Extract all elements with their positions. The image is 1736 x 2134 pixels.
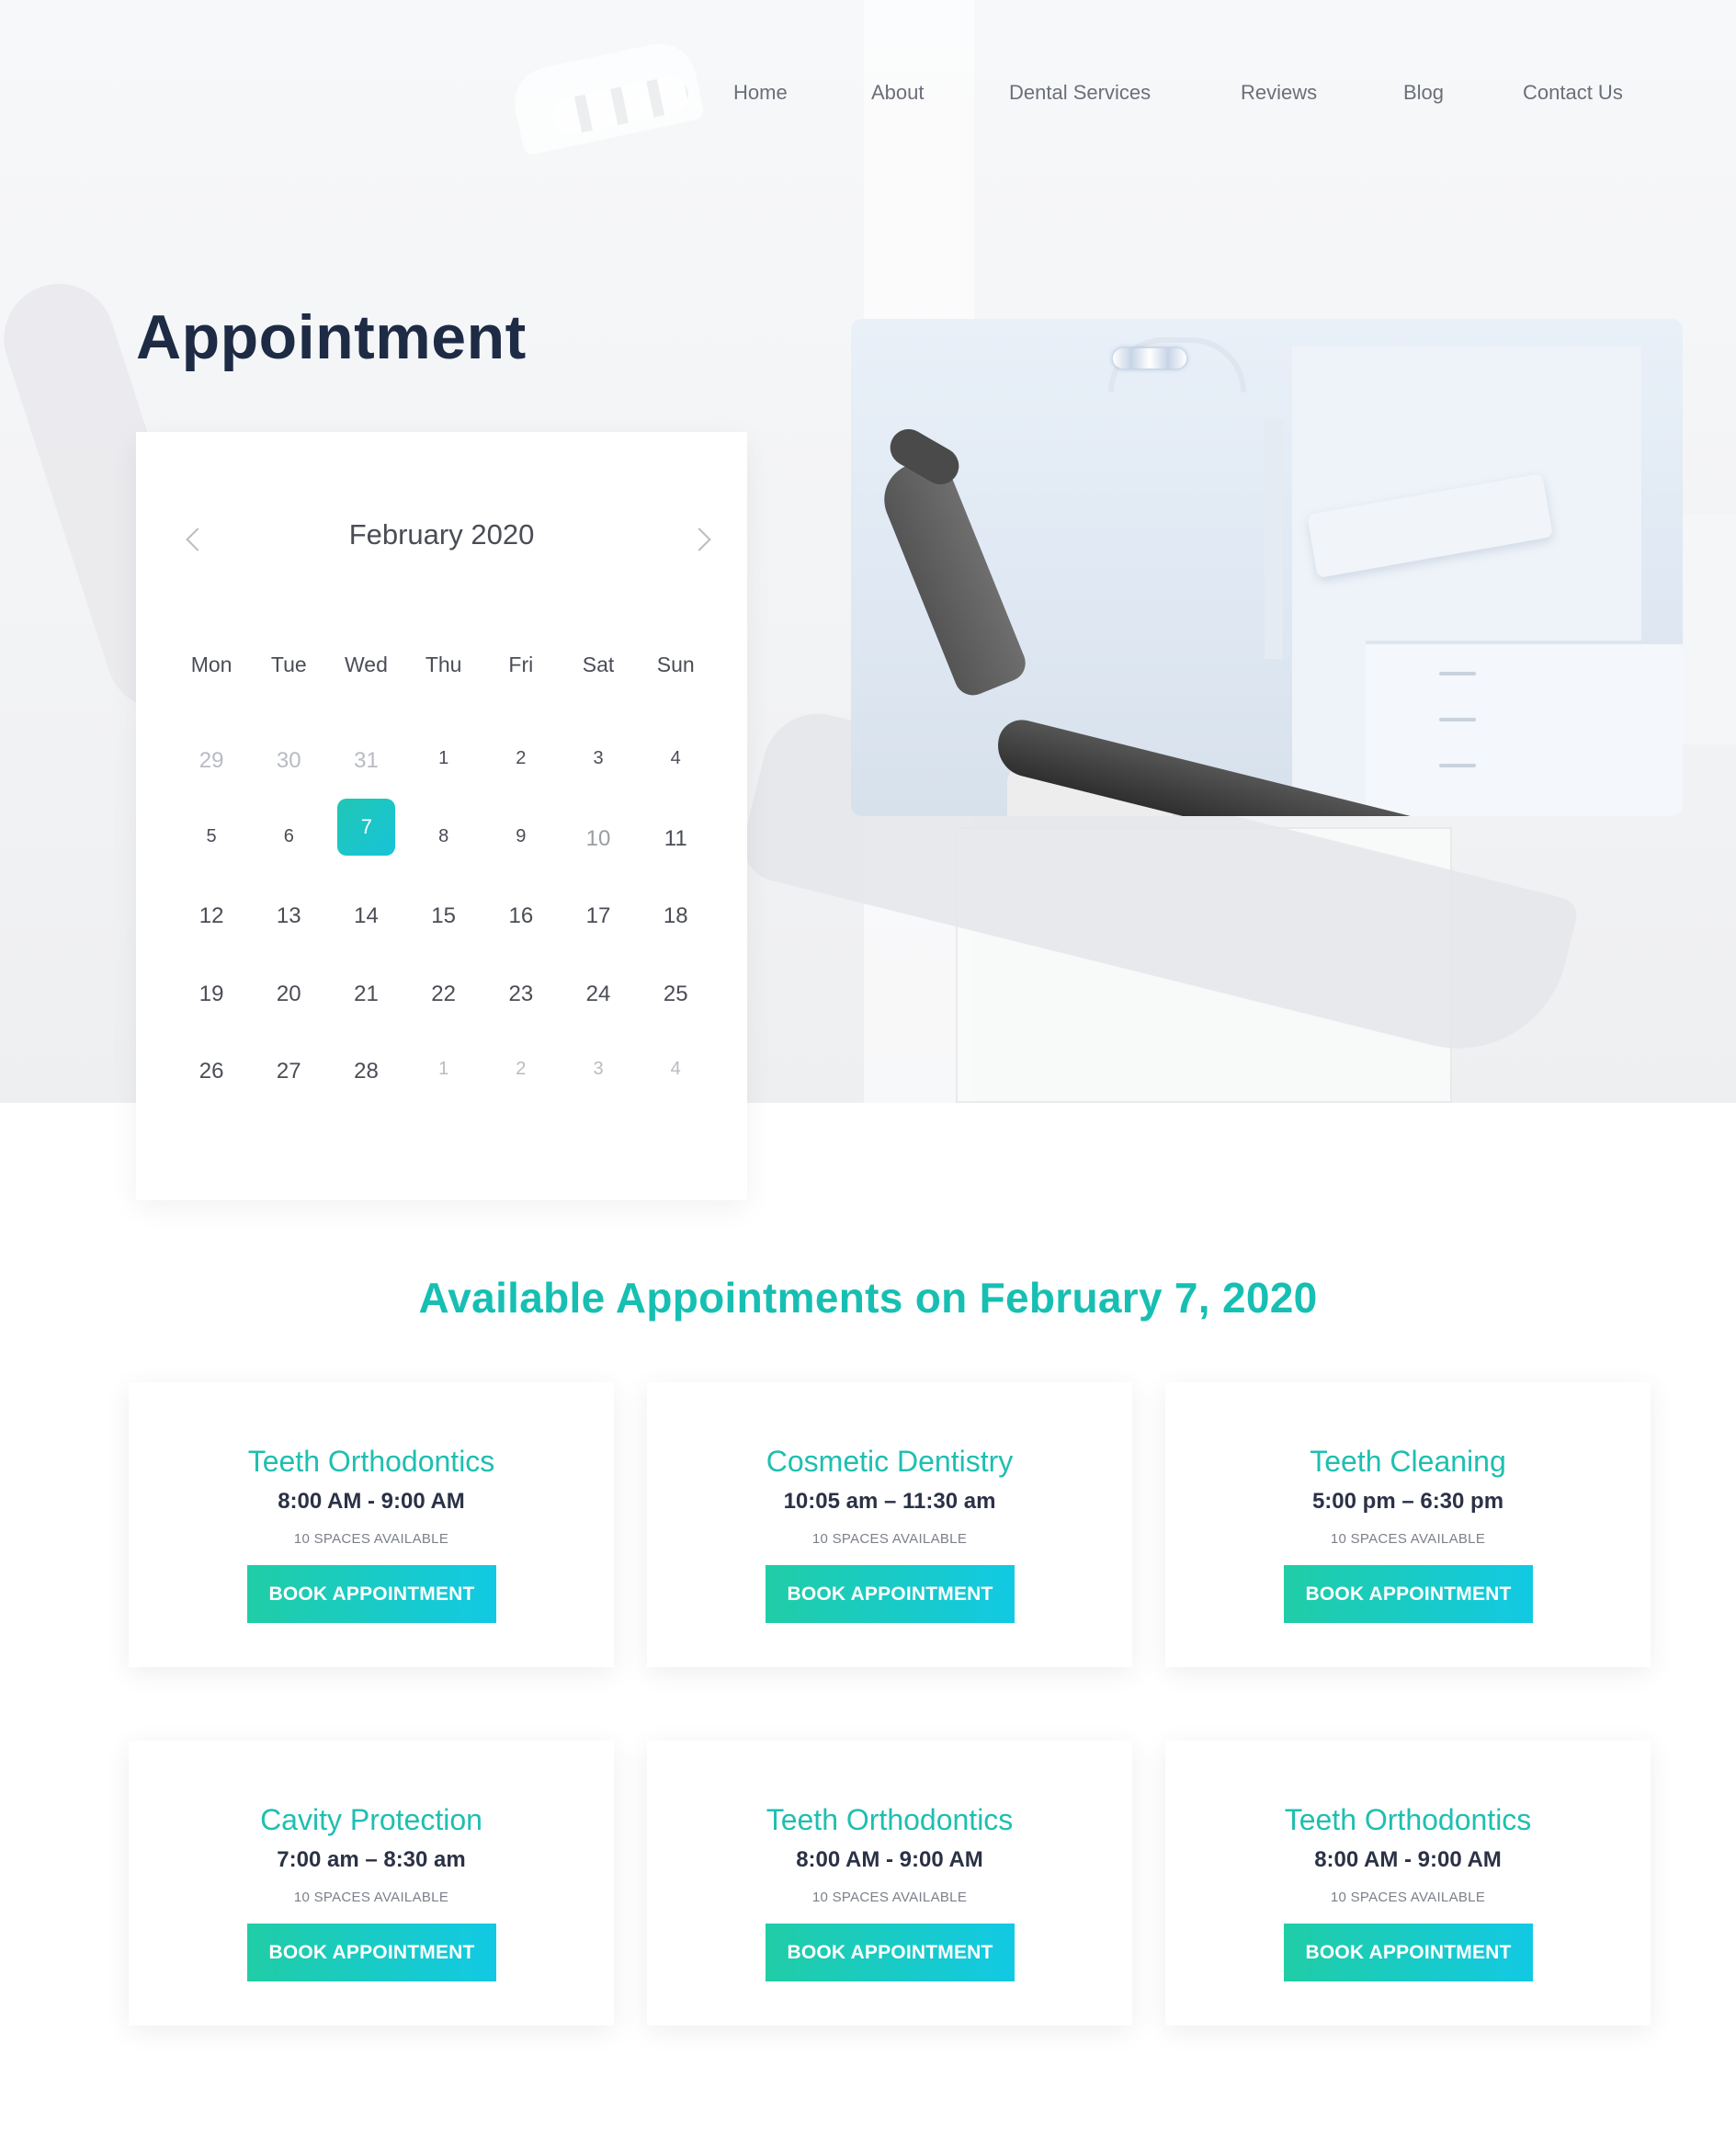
available-appointments-title: Available Appointments on February 7, 20…: [418, 1274, 1318, 1322]
photo-equipment-arm: [1265, 420, 1283, 659]
spaces-available: 10 SPACES AVAILABLE: [293, 1531, 449, 1547]
appointment-calendar: February 2020 Mon Tue Wed Thu Fri Sat Su…: [136, 432, 747, 1200]
calendar-day-outside-month[interactable]: 30: [250, 748, 327, 826]
time-slot: 8:00 AM - 9:00 AM: [278, 1489, 465, 1514]
page-title: Appointment: [136, 302, 527, 372]
calendar-week: 19 20 21 22 23 24 25: [173, 982, 715, 1060]
calendar-week: 5 6 7 8 9 10 11: [173, 798, 715, 904]
time-slot: 8:00 AM - 9:00 AM: [796, 1847, 983, 1872]
calendar-day[interactable]: 2: [482, 748, 560, 826]
calendar-day-outside-month[interactable]: 1: [405, 1059, 482, 1137]
appointment-card: Teeth Cleaning 5:00 pm – 6:30 pm 10 SPAC…: [1165, 1382, 1651, 1667]
appointment-card: Cavity Protection 7:00 am – 8:30 am 10 S…: [129, 1741, 614, 2026]
cabinet-handle: [1439, 764, 1476, 767]
calendar-day[interactable]: 6: [250, 826, 327, 904]
calendar-day[interactable]: 10: [560, 826, 637, 904]
book-appointment-button[interactable]: BOOK APPOINTMENT: [247, 1565, 496, 1623]
nav-link-contact-us[interactable]: Contact Us: [1523, 81, 1623, 105]
calendar-day[interactable]: 9: [482, 826, 560, 904]
spaces-available: 10 SPACES AVAILABLE: [1330, 1531, 1486, 1547]
spaces-available: 10 SPACES AVAILABLE: [811, 1890, 968, 1905]
appointment-card: Cosmetic Dentistry 10:05 am – 11:30 am 1…: [647, 1382, 1132, 1667]
spaces-available: 10 SPACES AVAILABLE: [293, 1890, 449, 1905]
book-appointment-button[interactable]: BOOK APPOINTMENT: [766, 1924, 1015, 1981]
calendar-day[interactable]: 15: [405, 903, 482, 982]
chevron-right-icon[interactable]: [691, 528, 713, 550]
weekday-label: Sat: [582, 653, 615, 676]
calendar-grid: Mon Tue Wed Thu Fri Sat Sun 29 30 31 1 2…: [173, 653, 715, 1137]
calendar-day[interactable]: 1: [405, 748, 482, 826]
calendar-day[interactable]: 3: [560, 748, 637, 826]
calendar-day[interactable]: 23: [482, 982, 560, 1060]
calendar-day-outside-month[interactable]: 29: [173, 748, 250, 826]
calendar-day[interactable]: 13: [250, 903, 327, 982]
book-appointment-button[interactable]: BOOK APPOINTMENT: [766, 1565, 1015, 1623]
service-name: Cavity Protection: [260, 1803, 482, 1836]
photo-chair-back: [873, 451, 1031, 701]
calendar-day[interactable]: 5: [173, 826, 250, 904]
spaces-available: 10 SPACES AVAILABLE: [1330, 1890, 1486, 1905]
calendar-day-outside-month[interactable]: 2: [482, 1059, 560, 1137]
spaces-available: 10 SPACES AVAILABLE: [811, 1531, 968, 1547]
calendar-day-outside-month[interactable]: 4: [637, 1059, 714, 1137]
appointment-card: Teeth Orthodontics 8:00 AM - 9:00 AM 10 …: [129, 1382, 614, 1667]
calendar-month-label: February 2020: [348, 518, 535, 551]
weekday-label: Wed: [345, 653, 388, 676]
service-name: Cosmetic Dentistry: [766, 1445, 1014, 1478]
calendar-day[interactable]: 8: [405, 826, 482, 904]
appointment-card: Teeth Orthodontics 8:00 AM - 9:00 AM 10 …: [647, 1741, 1132, 2026]
weekday-label: Fri: [508, 653, 534, 676]
calendar-day[interactable]: 11: [637, 826, 714, 904]
weekday-label: Sun: [656, 653, 695, 676]
nav-link-about[interactable]: About: [871, 81, 925, 105]
calendar-day[interactable]: 26: [173, 1059, 250, 1137]
calendar-day[interactable]: 4: [637, 748, 714, 826]
appointment-card: Teeth Orthodontics 8:00 AM - 9:00 AM 10 …: [1165, 1741, 1651, 2026]
weekday-label: Tue: [270, 653, 307, 676]
service-name: Teeth Orthodontics: [247, 1445, 495, 1478]
time-slot: 10:05 am – 11:30 am: [783, 1489, 996, 1514]
calendar-day[interactable]: 16: [482, 903, 560, 982]
service-name: Teeth Cleaning: [1310, 1445, 1506, 1478]
calendar-day[interactable]: 17: [560, 903, 637, 982]
dental-clinic-photo: [851, 319, 1683, 816]
calendar-day[interactable]: 14: [327, 903, 404, 982]
calendar-day-selected[interactable]: 7: [327, 798, 404, 904]
book-appointment-button[interactable]: BOOK APPOINTMENT: [1284, 1924, 1533, 1981]
time-slot: 7:00 am – 8:30 am: [277, 1847, 466, 1872]
calendar-day[interactable]: 28: [327, 1059, 404, 1137]
weekday-label: Thu: [425, 653, 462, 676]
photo-lamp-bulbs: [1113, 348, 1186, 369]
calendar-week: 29 30 31 1 2 3 4: [173, 748, 715, 826]
calendar-day[interactable]: 20: [250, 982, 327, 1060]
book-appointment-button[interactable]: BOOK APPOINTMENT: [247, 1924, 496, 1981]
calendar-day-outside-month[interactable]: 3: [560, 1059, 637, 1137]
calendar-day[interactable]: 25: [637, 982, 714, 1060]
nav-link-reviews[interactable]: Reviews: [1241, 81, 1317, 105]
calendar-day[interactable]: 21: [327, 982, 404, 1060]
photo-cabinet: [1366, 641, 1683, 816]
book-appointment-button[interactable]: BOOK APPOINTMENT: [1284, 1565, 1533, 1623]
nav-link-blog[interactable]: Blog: [1403, 81, 1444, 105]
selected-day-badge[interactable]: 7: [337, 798, 396, 856]
cabinet-handle: [1439, 672, 1476, 675]
time-slot: 8:00 AM - 9:00 AM: [1314, 1847, 1502, 1872]
nav-link-dental-services[interactable]: Dental Services: [1009, 81, 1151, 105]
cabinet-handle: [1439, 718, 1476, 721]
calendar-day[interactable]: 22: [405, 982, 482, 1060]
calendar-week: 26 27 28 1 2 3 4: [173, 1059, 715, 1137]
calendar-day[interactable]: 12: [173, 903, 250, 982]
service-name: Teeth Orthodontics: [766, 1803, 1014, 1836]
weekday-label: Mon: [190, 653, 233, 676]
calendar-weekday-header: Mon Tue Wed Thu Fri Sat Sun: [173, 653, 715, 748]
calendar-day[interactable]: 18: [637, 903, 714, 982]
calendar-day[interactable]: 19: [173, 982, 250, 1060]
calendar-day[interactable]: 24: [560, 982, 637, 1060]
service-name: Teeth Orthodontics: [1284, 1803, 1532, 1836]
time-slot: 5:00 pm – 6:30 pm: [1311, 1489, 1504, 1514]
calendar-week: 12 13 14 15 16 17 18: [173, 903, 715, 982]
nav-link-home[interactable]: Home: [733, 81, 788, 105]
main-navigation: Home About Dental Services Reviews Blog …: [0, 81, 1736, 108]
calendar-day[interactable]: 27: [250, 1059, 327, 1137]
